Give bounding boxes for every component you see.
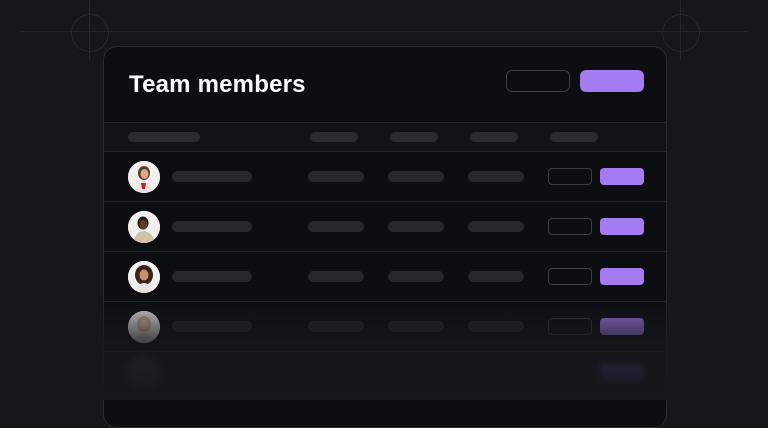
cell-col2	[308, 171, 364, 182]
cell-col3	[388, 321, 444, 332]
guide-circle-right	[662, 14, 700, 52]
team-members-card: Team members	[103, 46, 667, 428]
cell-col2	[308, 221, 364, 232]
cell-col2	[308, 271, 364, 282]
cell-col3	[388, 271, 444, 282]
member-name	[172, 321, 252, 332]
cell-col3	[388, 221, 444, 232]
cell-col4	[468, 321, 524, 332]
row-primary-button[interactable]	[600, 218, 644, 235]
row-secondary-button[interactable]	[548, 168, 592, 185]
row-secondary-button[interactable]	[548, 218, 592, 235]
member-name	[172, 271, 252, 282]
card-header: Team members	[104, 47, 666, 122]
primary-action-button[interactable]	[580, 70, 644, 92]
avatar-woman-blonde-icon	[128, 311, 160, 343]
guide-line-top	[20, 31, 748, 32]
row-primary-button[interactable]	[600, 318, 644, 335]
cell-col4	[468, 221, 524, 232]
table-header	[104, 123, 666, 152]
secondary-action-button[interactable]	[506, 70, 570, 92]
row-primary-button[interactable]	[600, 168, 644, 185]
row-primary-button-blurred	[600, 364, 644, 381]
avatar-man-beige-shirt-icon	[128, 211, 160, 243]
column-header-actions	[550, 132, 598, 142]
cell-col4	[468, 271, 524, 282]
cell-col2	[308, 321, 364, 332]
table-row[interactable]	[104, 202, 666, 252]
member-name	[172, 171, 252, 182]
column-header-name[interactable]	[128, 132, 200, 142]
column-header-4[interactable]	[470, 132, 518, 142]
table-row[interactable]	[104, 252, 666, 302]
avatar-blurred-icon	[126, 356, 160, 390]
members-table	[104, 122, 666, 352]
row-secondary-button[interactable]	[548, 318, 592, 335]
avatar-woman-red-top-icon	[128, 161, 160, 193]
cell-col3	[388, 171, 444, 182]
page-title: Team members	[129, 71, 306, 98]
avatar-woman-curly-hair-icon	[128, 261, 160, 293]
member-name	[172, 221, 252, 232]
column-header-2[interactable]	[310, 132, 358, 142]
table-row[interactable]	[104, 302, 666, 352]
row-secondary-button[interactable]	[548, 268, 592, 285]
table-row[interactable]	[104, 152, 666, 202]
cell-col4	[468, 171, 524, 182]
row-primary-button[interactable]	[600, 268, 644, 285]
column-header-3[interactable]	[390, 132, 438, 142]
